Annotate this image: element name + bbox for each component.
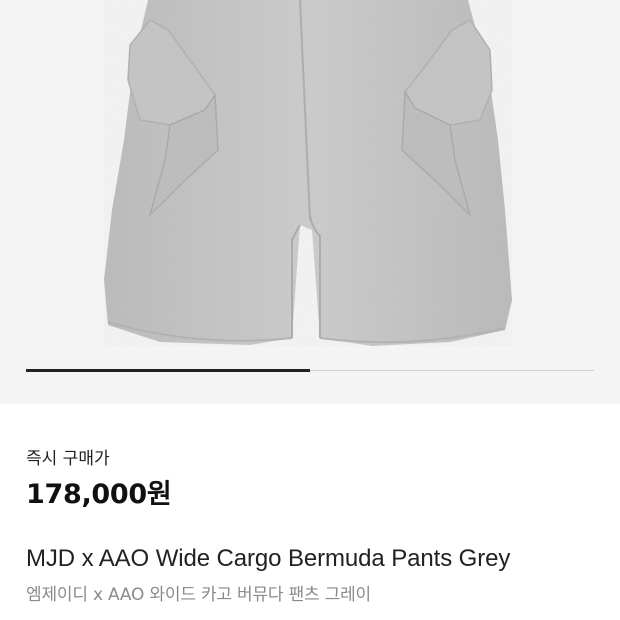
product-title-en: MJD x AAO Wide Cargo Bermuda Pants Grey [26, 545, 511, 572]
product-image-gallery[interactable] [0, 0, 620, 404]
gallery-progress-indicator [26, 369, 310, 372]
price-label: 즉시 구매가 [26, 449, 110, 469]
product-title-ko: 엠제이디 x AAO 와이드 카고 버뮤다 팬츠 그레이 [26, 585, 371, 605]
product-image [104, 0, 512, 346]
shorts-illustration [104, 0, 512, 346]
price-value: 178,000원 [26, 479, 172, 510]
